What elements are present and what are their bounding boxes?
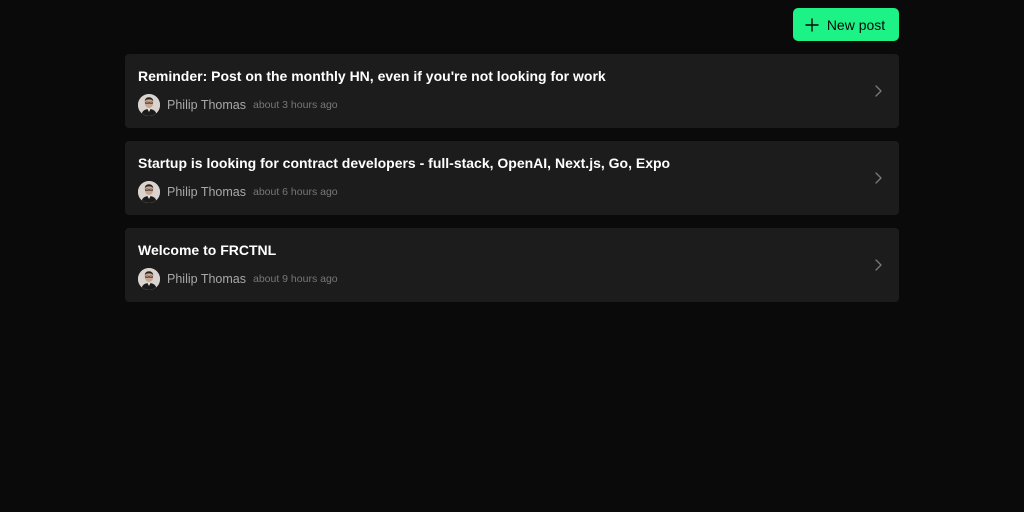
chevron-right-icon <box>875 172 882 184</box>
chevron-right-icon <box>875 85 882 97</box>
avatar <box>138 181 160 203</box>
post-card[interactable]: Welcome to FRCTNL Philip Thomas about 9 … <box>125 228 899 302</box>
post-title: Reminder: Post on the monthly HN, even i… <box>138 68 606 84</box>
post-title: Welcome to FRCTNL <box>138 242 277 258</box>
chevron-right-icon <box>875 259 882 271</box>
avatar <box>138 268 160 290</box>
post-meta: Philip Thomas about 3 hours ago <box>138 93 886 117</box>
post-timestamp: about 3 hours ago <box>252 99 338 111</box>
author-name[interactable]: Philip Thomas <box>167 272 246 286</box>
post-card[interactable]: Startup is looking for contract develope… <box>125 141 899 215</box>
author-name[interactable]: Philip Thomas <box>167 185 246 199</box>
post-title: Startup is looking for contract develope… <box>138 155 671 171</box>
post-card[interactable]: Reminder: Post on the monthly HN, even i… <box>125 54 899 128</box>
author-name[interactable]: Philip Thomas <box>167 98 246 112</box>
post-meta: Philip Thomas about 9 hours ago <box>138 267 886 291</box>
page: New post Reminder: Post on the monthly H… <box>0 0 1024 512</box>
post-list: Reminder: Post on the monthly HN, even i… <box>125 54 899 302</box>
avatar <box>138 94 160 116</box>
post-meta: Philip Thomas about 6 hours ago <box>138 180 886 204</box>
post-timestamp: about 9 hours ago <box>252 273 338 285</box>
new-post-label: New post <box>826 16 886 33</box>
new-post-button[interactable]: New post <box>793 8 899 41</box>
post-timestamp: about 6 hours ago <box>252 186 338 198</box>
plus-icon <box>805 17 819 32</box>
